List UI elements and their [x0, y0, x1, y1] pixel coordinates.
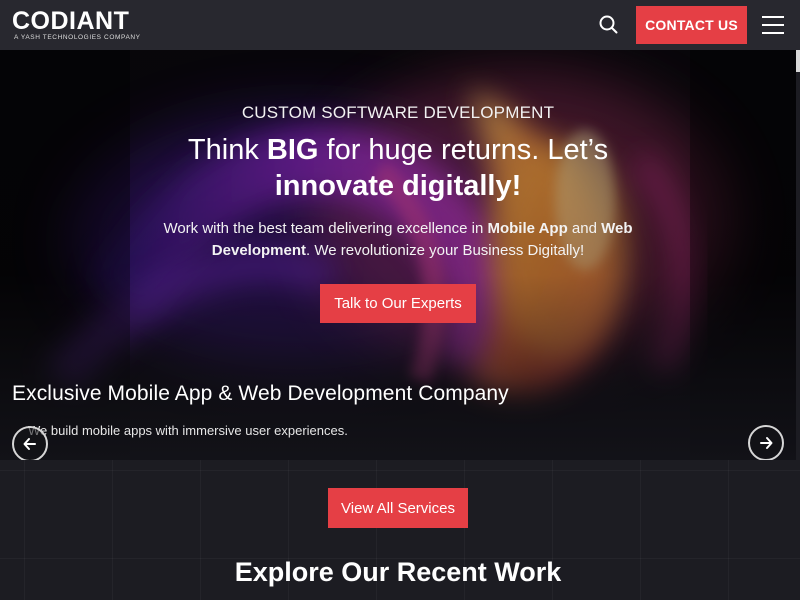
slider-title: Exclusive Mobile App & Web Development C… — [12, 382, 509, 405]
headline-emphasis: innovate digitally! — [274, 170, 522, 202]
hero-banner: CUSTOM SOFTWARE DEVELOPMENT Think BIG fo… — [0, 50, 796, 460]
arrow-right-icon — [760, 437, 773, 449]
headline-text: for huge returns. Let’s — [318, 134, 609, 166]
talk-to-experts-button[interactable]: Talk to Our Experts — [320, 284, 476, 323]
page-scrollbar-thumb[interactable] — [796, 50, 800, 72]
description-text: and — [567, 220, 602, 237]
arrow-left-icon — [23, 438, 36, 450]
description-emphasis: Mobile App — [487, 220, 568, 237]
headline-emphasis: BIG — [266, 134, 319, 166]
logo-tagline: A YASH TECHNOLOGIES COMPANY — [14, 34, 141, 41]
site-header: CODIANT A YASH TECHNOLOGIES COMPANY CONT… — [0, 0, 800, 50]
description-text: . We revolutionize your Business Digital… — [306, 242, 585, 259]
hero-eyebrow: CUSTOM SOFTWARE DEVELOPMENT — [241, 103, 555, 122]
hamburger-menu-icon-bar — [762, 24, 784, 26]
hamburger-menu-button[interactable] — [760, 13, 786, 37]
logo[interactable]: CODIANT A YASH TECHNOLOGIES COMPANY — [12, 8, 141, 42]
description-text: Work with the best team delivering excel… — [163, 220, 488, 237]
slider-description: We build mobile apps with immersive user… — [28, 423, 348, 438]
logo-wordmark: CODIANT — [12, 7, 130, 35]
contact-us-button[interactable]: CONTACT US — [636, 6, 747, 44]
hamburger-menu-icon-bar — [762, 32, 784, 34]
hero-description: Work with the best team delivering excel… — [130, 218, 666, 262]
hamburger-menu-icon — [762, 16, 784, 18]
hero-headline: Think BIG for huge returns. Let’s innova… — [0, 132, 796, 204]
slider-prev-button[interactable] — [12, 426, 48, 460]
headline-text: Think — [187, 134, 267, 166]
view-all-services-button[interactable]: View All Services — [328, 488, 468, 528]
services-section: View All Services Explore Our Recent Wor… — [0, 460, 800, 600]
recent-work-heading: Explore Our Recent Work — [234, 557, 562, 587]
search-button[interactable] — [596, 12, 622, 38]
slider-next-button[interactable] — [748, 425, 784, 460]
search-icon — [599, 15, 618, 34]
